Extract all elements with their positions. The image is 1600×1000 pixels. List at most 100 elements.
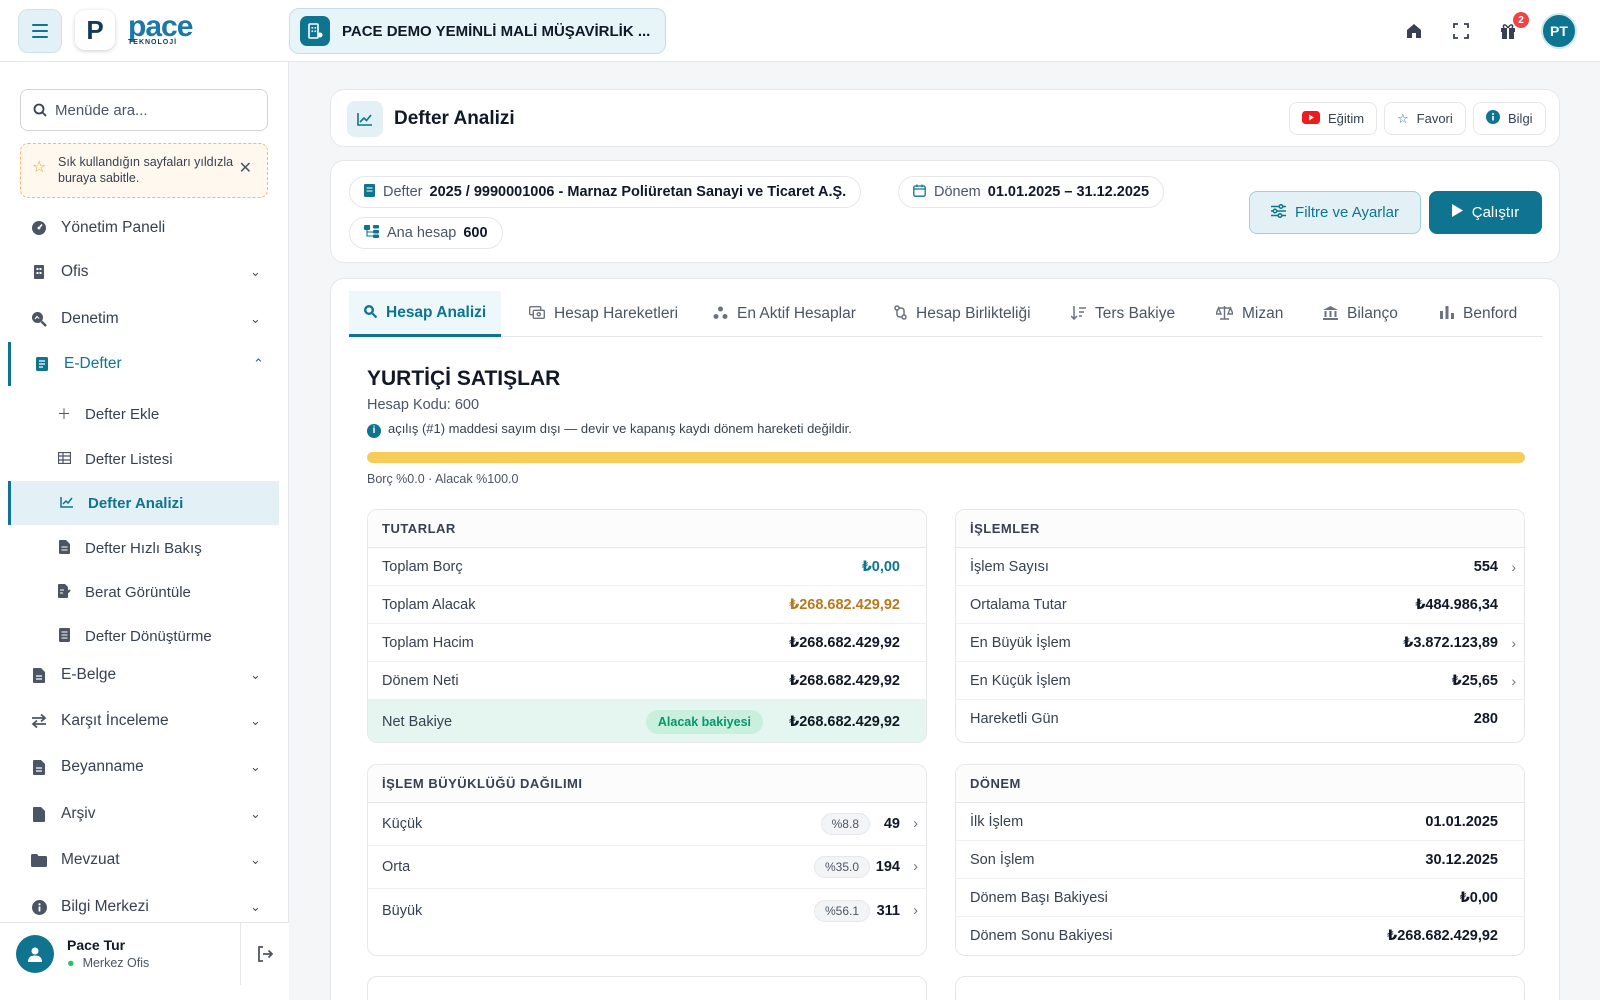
sidebar-item-label: Ofis: [61, 263, 89, 280]
transactions-icon: [528, 305, 546, 322]
tab-mizan[interactable]: Mizan: [1202, 291, 1297, 337]
menu-search[interactable]: [20, 89, 268, 131]
tab-hesap-analizi[interactable]: Hesap Analizi: [349, 291, 501, 337]
location-pin-icon: ●: [67, 956, 75, 970]
distribution-row-large[interactable]: Büyük %56.1 311 ›: [368, 889, 926, 932]
info-label: Bilgi: [1508, 111, 1533, 126]
cluster-icon: [713, 306, 728, 323]
row-label: Son İşlem: [970, 851, 1035, 868]
panel-placeholder: [367, 976, 927, 1000]
sidebar-item-ofis[interactable]: Ofis ⌄: [0, 250, 279, 294]
row-label: İşlem Sayısı: [970, 558, 1049, 575]
tab-label: Hesap Birlikteliği: [916, 305, 1031, 322]
tab-bilanco[interactable]: Bilanço: [1309, 291, 1412, 337]
donem-chip[interactable]: Dönem 01.01.2025 – 31.12.2025: [898, 176, 1165, 208]
chevron-down-icon: ⌄: [250, 667, 261, 682]
fullscreen-icon[interactable]: [1450, 20, 1472, 42]
logout-button[interactable]: [240, 923, 289, 985]
tab-ters-bakiye[interactable]: Ters Bakiye: [1057, 291, 1189, 337]
percent-badge: %56.1: [813, 899, 870, 922]
defter-chip[interactable]: Defter 2025 / 9990001006 - Marnaz Poliür…: [349, 176, 862, 208]
row-value: ₺25,65: [1451, 672, 1498, 689]
percent-badge: %35.0: [813, 856, 870, 878]
sidebar-subitem-defter-ekle[interactable]: ＋ Defter Ekle: [8, 392, 279, 436]
balance-type-badge: Alacak bakiyesi: [645, 709, 763, 734]
chevron-right-icon: ›: [1511, 634, 1516, 651]
analysis-tabs: Hesap Analizi Hesap Hareketleri En Aktif…: [349, 291, 1543, 337]
ana-hesap-chip-label: Ana hesap: [387, 225, 457, 241]
distribution-row-medium[interactable]: Orta %35.0 194 ›: [368, 846, 926, 889]
sidebar-subitem-defter-listesi[interactable]: Defter Listesi: [8, 437, 279, 481]
notification-badge: 2: [1513, 12, 1529, 28]
tab-benford[interactable]: Benford: [1426, 291, 1531, 337]
row-value: ₺268.682.429,92: [789, 713, 900, 730]
sidebar-item-arsiv[interactable]: Arşiv ⌄: [0, 792, 279, 836]
tab-label: Ters Bakiye: [1095, 305, 1176, 322]
row-label: En Küçük İşlem: [970, 672, 1071, 689]
company-selector[interactable]: PACE DEMO YEMİNLİ MALİ MÜŞAVİRLİK ...: [289, 8, 666, 54]
training-button[interactable]: Eğitim: [1289, 102, 1378, 135]
period-row-last: Son İşlem 30.12.2025: [956, 841, 1524, 879]
sidebar-subitem-berat-goruntule[interactable]: Berat Görüntüle: [8, 570, 279, 614]
filter-settings-button[interactable]: Filtre ve Ayarlar: [1249, 191, 1421, 234]
defter-chip-value: 2025 / 9990001006 - Marnaz Poliüretan Sa…: [429, 184, 847, 200]
sidebar-item-denetim[interactable]: Denetim ⌄: [0, 297, 279, 341]
folder-icon: [30, 851, 48, 869]
home-icon[interactable]: [1403, 20, 1425, 42]
close-icon[interactable]: ✕: [239, 161, 252, 177]
row-label: Toplam Hacim: [382, 634, 474, 651]
sidebar-item-e-belge[interactable]: E-Belge ⌄: [0, 653, 279, 697]
info-icon: [1486, 110, 1500, 127]
sidebar-item-yonetim-paneli[interactable]: Yönetim Paneli: [0, 206, 279, 250]
play-icon: [1451, 204, 1463, 221]
chevron-down-icon: ⌄: [250, 713, 261, 728]
logout-icon: [258, 946, 274, 962]
chevron-right-icon: ›: [913, 816, 918, 832]
tab-en-aktif-hesaplar[interactable]: En Aktif Hesaplar: [699, 291, 870, 337]
ana-hesap-chip[interactable]: Ana hesap 600: [349, 217, 503, 249]
favorite-button[interactable]: ☆ Favori: [1384, 102, 1466, 135]
row-label: Toplam Borç: [382, 558, 463, 575]
sidebar-item-label: Yönetim Paneli: [61, 219, 166, 236]
sidebar-subitem-defter-analizi[interactable]: Defter Analizi: [8, 481, 279, 525]
user-icon[interactable]: [16, 935, 54, 973]
book-icon: [364, 184, 375, 200]
sidebar-subitem-defter-donusturme[interactable]: Defter Dönüştürme: [8, 614, 279, 658]
chevron-down-icon: ⌄: [250, 852, 261, 867]
sort-icon: [1070, 305, 1086, 323]
analysis-card: Hesap Analizi Hesap Hareketleri En Aktif…: [330, 278, 1560, 1000]
info-button[interactable]: Bilgi: [1473, 102, 1546, 135]
transaction-row-largest[interactable]: En Büyük İşlem ₺3.872.123,89 ›: [956, 624, 1524, 662]
user-panel: Pace Tur ● Merkez Ofis: [0, 922, 289, 1000]
menu-toggle-button[interactable]: [18, 9, 62, 53]
user-office: ● Merkez Ofis: [67, 956, 149, 970]
sidebar-item-e-defter[interactable]: E-Defter ⌃: [8, 342, 279, 386]
transaction-row-smallest[interactable]: En Küçük İşlem ₺25,65 ›: [956, 662, 1524, 700]
user-avatar[interactable]: PT: [1541, 13, 1577, 49]
row-value: ₺268.682.429,92: [789, 672, 900, 689]
tab-hesap-hareketleri[interactable]: Hesap Hareketleri: [515, 291, 692, 337]
sidebar-subitem-defter-hizli-bakis[interactable]: Defter Hızlı Bakış: [8, 526, 279, 570]
transaction-row-count[interactable]: İşlem Sayısı 554 ›: [956, 548, 1524, 586]
row-label: En Büyük İşlem: [970, 634, 1071, 651]
tab-hesap-birlikteligi[interactable]: Hesap Birlikteliği: [880, 291, 1045, 337]
gift-icon[interactable]: 2: [1497, 12, 1529, 42]
row-value: 311: [876, 902, 900, 919]
row-value: 554: [1473, 558, 1498, 575]
sidebar-item-label: E-Defter: [64, 355, 122, 372]
run-button[interactable]: Çalıştır: [1429, 191, 1542, 234]
sidebar-item-beyanname[interactable]: Beyanname ⌄: [0, 745, 279, 789]
logo[interactable]: pace TEKNOLOJİ: [128, 12, 193, 47]
sidebar-item-label: Bilgi Merkezi: [61, 898, 149, 915]
sidebar-item-karsit-inceleme[interactable]: Karşıt İnceleme ⌄: [0, 699, 279, 743]
file-icon: [30, 805, 48, 823]
bar-chart-icon: [1440, 306, 1454, 322]
sidebar-item-mevzuat[interactable]: Mevzuat ⌄: [0, 838, 279, 882]
distribution-row-small[interactable]: Küçük %8.8 49 ›: [368, 803, 926, 846]
menu-search-input[interactable]: [55, 101, 245, 119]
tab-label: Hesap Hareketleri: [554, 305, 679, 322]
amount-row-net-balance: Net Bakiye Alacak bakiyesi ₺268.682.429,…: [368, 700, 926, 742]
period-title: DÖNEM: [956, 765, 1524, 803]
transactions-title: İŞLEMLER: [956, 510, 1524, 548]
file-icon: [30, 666, 48, 684]
